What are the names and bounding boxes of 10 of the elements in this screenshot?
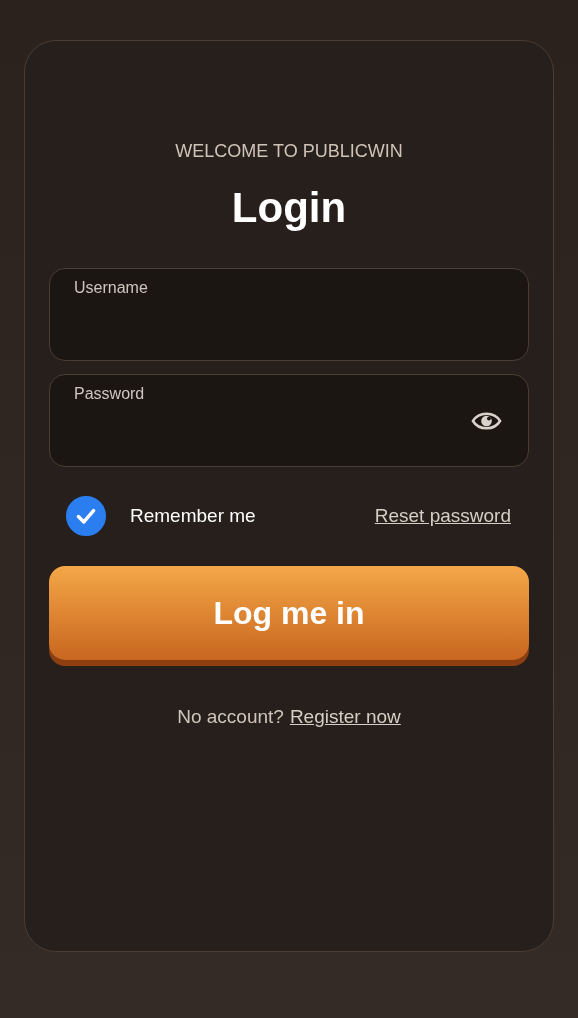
remember-checkbox[interactable]: [66, 496, 106, 536]
remember-label: Remember me: [130, 505, 256, 527]
register-link[interactable]: Register now: [289, 706, 401, 728]
reset-password-link[interactable]: Reset password: [374, 505, 511, 527]
password-field[interactable]: Password: [49, 374, 529, 467]
welcome-text: WELCOME TO PUBLICWIN: [174, 141, 404, 162]
eye-icon[interactable]: [471, 410, 502, 432]
login-title: Login: [230, 184, 348, 232]
username-field[interactable]: Username: [49, 268, 529, 361]
no-account-text: No account?: [177, 706, 284, 728]
